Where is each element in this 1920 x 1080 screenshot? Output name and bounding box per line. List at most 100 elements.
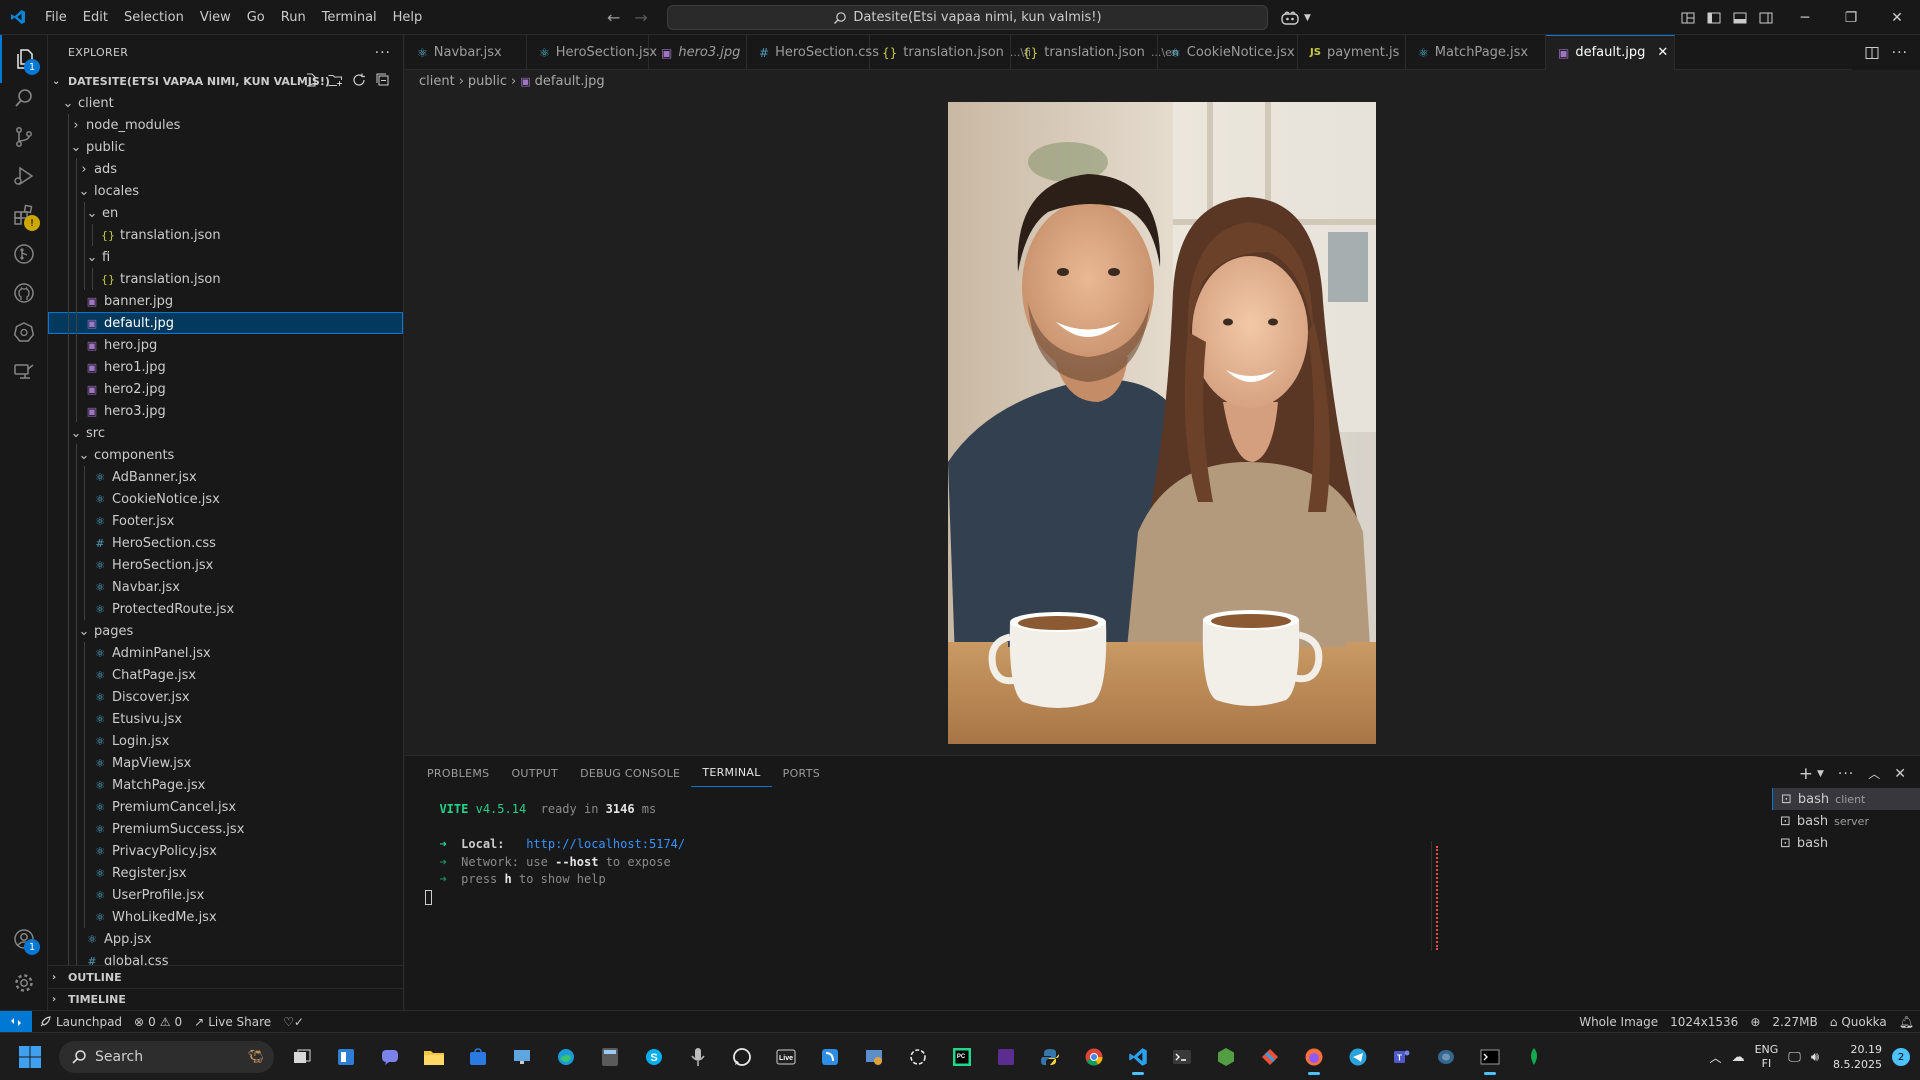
- visual-studio-icon[interactable]: [988, 1039, 1024, 1075]
- tree-file[interactable]: ⚛ PremiumSuccess.jsx: [48, 818, 403, 840]
- widgets-icon[interactable]: [328, 1039, 364, 1075]
- tree-folder[interactable]: ⌄ en: [48, 202, 403, 224]
- refresh-icon[interactable]: [351, 72, 367, 91]
- tree-file[interactable]: ⚛ Navbar.jsx: [48, 576, 403, 598]
- tree-file[interactable]: ⚛ CookieNotice.jsx: [48, 488, 403, 510]
- new-terminal-icon[interactable]: +: [1799, 764, 1813, 784]
- tree-folder[interactable]: › ads: [48, 158, 403, 180]
- tree-file[interactable]: ⚛ Register.jsx: [48, 862, 403, 884]
- tree-file[interactable]: ⚛ App.jsx: [48, 928, 403, 950]
- restore-icon[interactable]: ❐: [1828, 0, 1874, 35]
- cmd-icon[interactable]: [1472, 1039, 1508, 1075]
- tree-file[interactable]: ⚛ Etusivu.jsx: [48, 708, 403, 730]
- firefox-icon[interactable]: [1296, 1039, 1332, 1075]
- teams-icon[interactable]: T: [1384, 1039, 1420, 1075]
- new-folder-icon[interactable]: [327, 72, 343, 91]
- tree-file[interactable]: ▣ hero3.jpg: [48, 400, 403, 422]
- tree-file[interactable]: ⚛ Discover.jsx: [48, 686, 403, 708]
- editor-tab[interactable]: ▣ hero3.jpg: [649, 35, 747, 70]
- terminal-instance[interactable]: ⊡ bash server: [1772, 810, 1920, 832]
- tree-folder[interactable]: ⌄ fi: [48, 246, 403, 268]
- tree-file[interactable]: {} translation.json: [48, 268, 403, 290]
- manage-gear-icon[interactable]: [0, 959, 48, 1007]
- postgres-icon[interactable]: [1428, 1039, 1464, 1075]
- editor-tab[interactable]: ⚛ CookieNotice.jsx: [1158, 35, 1298, 70]
- terminal-instance[interactable]: ⊡ bash client: [1772, 788, 1920, 810]
- tree-file[interactable]: ⚛ MatchPage.jsx: [48, 774, 403, 796]
- taskbar-search[interactable]: Search 🐫︎: [59, 1041, 274, 1073]
- menu-selection[interactable]: Selection: [116, 0, 192, 35]
- menu-go[interactable]: Go: [239, 0, 273, 35]
- tree-file[interactable]: ⚛ UserProfile.jsx: [48, 884, 403, 906]
- tree-file[interactable]: ⚛ ChatPage.jsx: [48, 664, 403, 686]
- chevron-down-icon[interactable]: ▼: [1817, 769, 1824, 779]
- tab-terminal[interactable]: TERMINAL: [691, 760, 772, 787]
- editor-tab[interactable]: ⚛ HeroSection.jsx: [527, 35, 657, 70]
- tab-debug-console[interactable]: DEBUG CONSOLE: [569, 756, 691, 791]
- keyboard-language[interactable]: ENG FI: [1755, 1043, 1779, 1071]
- minimize-icon[interactable]: ─: [1782, 0, 1828, 35]
- editor-tab[interactable]: JS payment.js: [1298, 35, 1406, 70]
- terminal-app-icon[interactable]: [1164, 1039, 1200, 1075]
- microsoft-store-icon[interactable]: [460, 1039, 496, 1075]
- voice-recorder-icon[interactable]: [680, 1039, 716, 1075]
- git-kraken-icon[interactable]: [1252, 1039, 1288, 1075]
- menu-terminal[interactable]: Terminal: [314, 0, 385, 35]
- tree-file[interactable]: ⚛ PremiumCancel.jsx: [48, 796, 403, 818]
- launchpad-status[interactable]: Launchpad: [32, 1015, 128, 1029]
- live-app-icon[interactable]: Live: [768, 1039, 804, 1075]
- editor-tab[interactable]: ⚛ MatchPage.jsx: [1406, 35, 1546, 70]
- check-status[interactable]: ♡✓: [277, 1015, 310, 1029]
- volume-icon[interactable]: 🔊︎: [1811, 1050, 1819, 1065]
- edge-browser-icon[interactable]: [548, 1039, 584, 1075]
- tree-file[interactable]: ▣ hero1.jpg: [48, 356, 403, 378]
- customize-layout-icon[interactable]: [1680, 10, 1696, 26]
- tree-file[interactable]: ▣ hero2.jpg: [48, 378, 403, 400]
- menu-edit[interactable]: Edit: [75, 0, 116, 35]
- tree-file[interactable]: # HeroSection.css: [48, 532, 403, 554]
- editor-tab[interactable]: {} translation.json ...\fi: [870, 35, 1031, 70]
- nodejs-icon[interactable]: [1208, 1039, 1244, 1075]
- breadcrumb-item[interactable]: client: [419, 74, 455, 89]
- collapse-all-icon[interactable]: [375, 72, 391, 91]
- close-tab-icon[interactable]: ✕: [1657, 45, 1668, 60]
- tree-file[interactable]: ⚛ AdminPanel.jsx: [48, 642, 403, 664]
- remote-desktop-icon[interactable]: [504, 1039, 540, 1075]
- workspace-section-header[interactable]: ⌄ DATESITE(ETSI VAPAA NIMI, KUN VALMIS!): [48, 70, 403, 92]
- problems-status[interactable]: ⊗ 0 ⚠ 0: [128, 1015, 188, 1029]
- tree-file[interactable]: ⚛ AdBanner.jsx: [48, 466, 403, 488]
- teams-chat-icon[interactable]: [372, 1039, 408, 1075]
- app-blue-icon[interactable]: [812, 1039, 848, 1075]
- tree-folder[interactable]: › node_modules: [48, 114, 403, 136]
- editor-tab[interactable]: # HeroSection.css: [747, 35, 879, 70]
- tree-file[interactable]: ⚛ PrivacyPolicy.jsx: [48, 840, 403, 862]
- command-center[interactable]: Datesite(Etsi vapaa nimi, kun valmis!): [667, 5, 1268, 30]
- file-explorer-icon[interactable]: [416, 1039, 452, 1075]
- forward-arrow-icon[interactable]: →: [634, 8, 647, 27]
- menu-view[interactable]: View: [192, 0, 239, 35]
- tree-file[interactable]: ▣ default.jpg: [48, 312, 403, 334]
- skype-icon[interactable]: S: [636, 1039, 672, 1075]
- tree-file[interactable]: ⚛ WhoLikedMe.jsx: [48, 906, 403, 928]
- menu-run[interactable]: Run: [273, 0, 314, 35]
- pycharm-icon[interactable]: PC: [944, 1039, 980, 1075]
- new-file-icon[interactable]: [303, 72, 319, 91]
- whatsapp-icon[interactable]: [724, 1039, 760, 1075]
- editor-tab[interactable]: ⚛ Navbar.jsx: [405, 35, 527, 70]
- tab-output[interactable]: OUTPUT: [500, 756, 569, 791]
- local-url-link[interactable]: http://localhost:5174/: [526, 837, 685, 851]
- more-actions-icon[interactable]: ···: [1838, 766, 1854, 782]
- tree-file[interactable]: ⚛ MapView.jsx: [48, 752, 403, 774]
- copilot-status-icon[interactable]: ⊕: [1744, 1015, 1766, 1029]
- tab-ports[interactable]: PORTS: [772, 756, 831, 791]
- telegram-icon[interactable]: [1340, 1039, 1376, 1075]
- close-panel-icon[interactable]: ✕: [1894, 766, 1906, 782]
- taskbar-clock[interactable]: 20.19 8.5.2025: [1833, 1042, 1882, 1072]
- split-editor-icon[interactable]: [1864, 45, 1880, 61]
- more-actions-icon[interactable]: ···: [1892, 45, 1908, 61]
- toggle-panel-icon[interactable]: [1732, 10, 1748, 26]
- menu-help[interactable]: Help: [385, 0, 431, 35]
- tree-file[interactable]: ⚛ ProtectedRoute.jsx: [48, 598, 403, 620]
- breadcrumb-item[interactable]: public: [468, 74, 507, 89]
- tree-folder[interactable]: ⌄ locales: [48, 180, 403, 202]
